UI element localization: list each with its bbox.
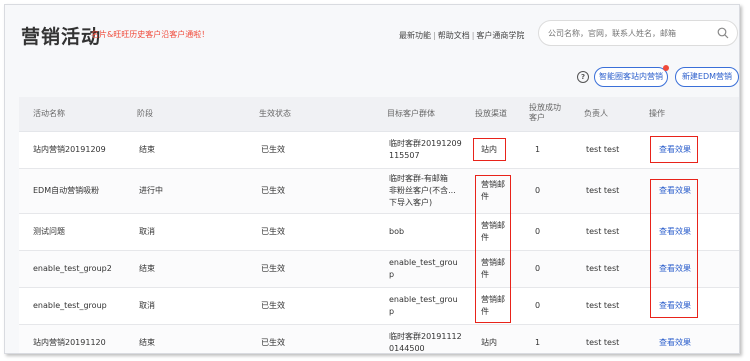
col-owner: 负责人 bbox=[584, 109, 608, 118]
col-actions: 操作 bbox=[649, 109, 665, 118]
table-row: 测试问题 取消 已生效 bob 营销邮件 0 test test 查看效果 bbox=[19, 214, 739, 251]
col-channel: 投放渠道 bbox=[475, 109, 507, 118]
search-icon[interactable] bbox=[717, 27, 729, 39]
col-stage: 阶段 bbox=[137, 109, 153, 118]
cell-target: bob bbox=[389, 227, 405, 236]
col-status: 生效状态 bbox=[259, 109, 291, 118]
search-box[interactable] bbox=[538, 20, 738, 46]
link-latest-features[interactable]: 最新功能 bbox=[399, 31, 431, 40]
cell-stage: 结束 bbox=[139, 264, 155, 273]
cell-owner: test test bbox=[586, 145, 620, 154]
smart-marketing-button[interactable]: 智能圈客站内营销 bbox=[594, 65, 669, 87]
highlight-channel-box bbox=[473, 138, 506, 161]
table-row: 站内营销20191120 结束 已生效 临时客群20191112 0144500 … bbox=[19, 325, 739, 353]
cell-name: 站内营销20191120 bbox=[33, 338, 106, 347]
smart-marketing-label: 智能圈客站内营销 bbox=[599, 72, 663, 81]
top-links: 最新功能 | 帮助文档 | 客户通商学院 bbox=[399, 31, 525, 40]
table-row: EDM自动营销吸粉 进行中 已生效 临时客群-有邮箱 非粉丝客户(不含... 下导入… bbox=[19, 169, 739, 214]
cell-name: 站内营销20191209 bbox=[33, 145, 106, 154]
page-header: 营销活动 名片&旺旺历史客户沿客户通啦！ 最新功能|帮助文档|客户通商学院 ? … bbox=[5, 5, 739, 97]
cell-status: 已生效 bbox=[261, 227, 285, 236]
cell-success: 0 bbox=[535, 227, 541, 236]
col-name: 活动名称 bbox=[33, 109, 65, 118]
view-results-link[interactable]: 查看效果 bbox=[659, 337, 691, 349]
cell-status: 已生效 bbox=[261, 145, 285, 154]
help-icon[interactable]: ? bbox=[577, 71, 589, 83]
cell-success: 1 bbox=[535, 338, 541, 347]
cell-owner: test test bbox=[586, 186, 620, 195]
link-academy[interactable]: 客户通商学院 bbox=[476, 31, 524, 40]
cell-stage: 结束 bbox=[139, 338, 155, 347]
cell-stage: 进行中 bbox=[139, 186, 163, 195]
highlight-channel-box bbox=[475, 175, 511, 323]
cell-channel: 站内 bbox=[481, 338, 497, 347]
col-target: 目标客户群体 bbox=[387, 109, 435, 118]
cell-success: 0 bbox=[535, 301, 541, 310]
cell-target: enable_test_grou p bbox=[389, 295, 458, 316]
cell-name: 测试问题 bbox=[33, 227, 65, 236]
cell-target: 临时客群20191112 0144500 bbox=[389, 332, 462, 353]
table-header: 活动名称 阶段 生效状态 目标客户群体 投放渠道 投放成功客户 负责人 操作 bbox=[19, 97, 739, 132]
cell-owner: test test bbox=[586, 338, 620, 347]
col-success: 投放成功客户 bbox=[529, 103, 561, 122]
search-input[interactable] bbox=[548, 26, 713, 40]
cell-target: 临时客群20191209 115507 bbox=[389, 139, 462, 160]
table-row: enable_test_group2 结束 已生效 enable_test_gr… bbox=[19, 251, 739, 288]
cell-owner: test test bbox=[586, 227, 620, 236]
highlight-action-box bbox=[650, 179, 698, 318]
cell-target: 临时客群-有邮箱 非粉丝客户(不含... 下导入客户) bbox=[389, 174, 456, 207]
cell-stage: 结束 bbox=[139, 145, 155, 154]
cell-owner: test test bbox=[586, 264, 620, 273]
highlight-action-box bbox=[650, 136, 698, 163]
cell-stage: 取消 bbox=[139, 301, 155, 310]
cell-status: 已生效 bbox=[261, 264, 285, 273]
cell-status: 已生效 bbox=[261, 338, 285, 347]
cell-target: enable_test_grou p bbox=[389, 258, 458, 279]
page-title: 营销活动 bbox=[21, 26, 102, 48]
notification-dot bbox=[663, 65, 669, 71]
cell-status: 已生效 bbox=[261, 186, 285, 195]
cell-success: 0 bbox=[535, 264, 541, 273]
cell-stage: 取消 bbox=[139, 227, 155, 236]
cell-status: 已生效 bbox=[261, 301, 285, 310]
cell-success: 1 bbox=[535, 145, 541, 154]
cell-name: enable_test_group bbox=[33, 301, 107, 310]
cell-name: EDM自动营销吸粉 bbox=[33, 186, 100, 195]
table-row: 站内营销20191209 结束 已生效 临时客群20191209 115507 站… bbox=[19, 132, 739, 169]
new-edm-button[interactable]: 新建EDM营销 bbox=[675, 67, 739, 87]
cell-owner: test test bbox=[586, 301, 620, 310]
new-edm-label: 新建EDM营销 bbox=[681, 72, 733, 81]
link-help-docs[interactable]: 帮助文档 bbox=[438, 31, 470, 40]
app-window: 营销活动 名片&旺旺历史客户沿客户通啦！ 最新功能|帮助文档|客户通商学院 ? … bbox=[4, 4, 740, 354]
promo-notice[interactable]: 名片&旺旺历史客户沿客户通啦！ bbox=[91, 29, 209, 40]
cell-name: enable_test_group2 bbox=[33, 264, 112, 273]
table-row: enable_test_group 取消 已生效 enable_test_gro… bbox=[19, 288, 739, 325]
cell-success: 0 bbox=[535, 186, 541, 195]
